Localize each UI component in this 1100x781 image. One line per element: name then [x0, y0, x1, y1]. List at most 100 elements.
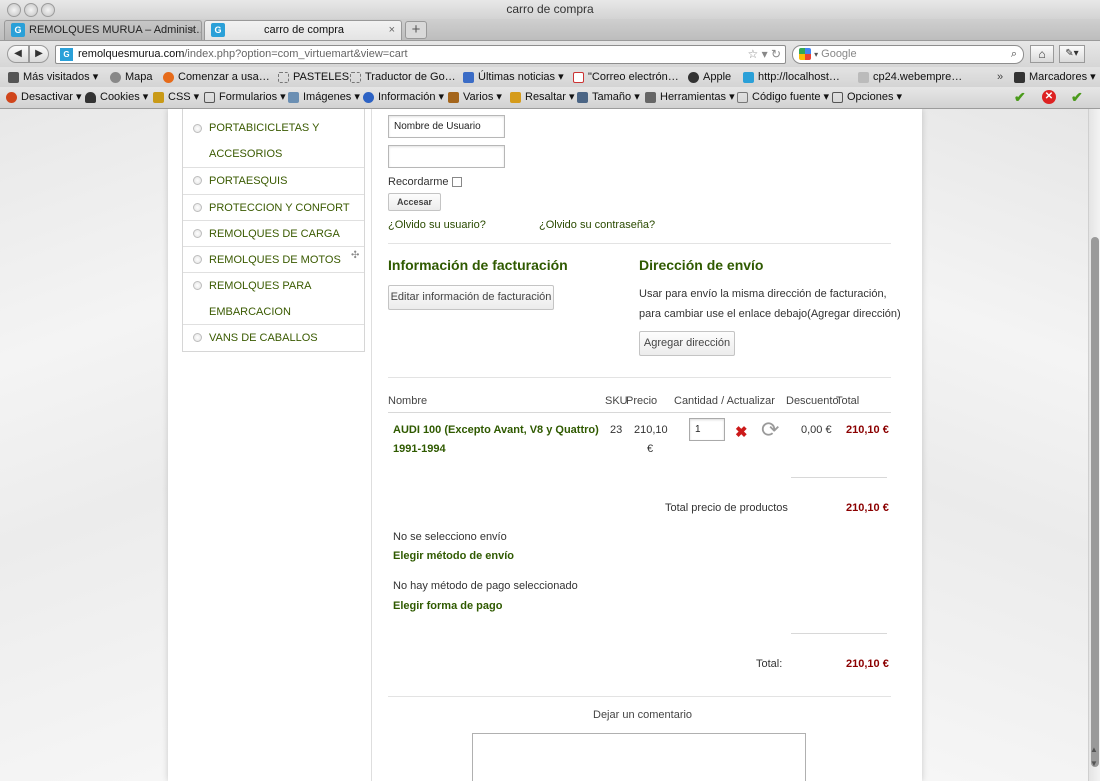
category-item-remolques-motos[interactable]: REMOLQUES DE MOTOS: [183, 247, 364, 273]
category-item-proteccion[interactable]: PROTECCION Y CONFORT: [183, 195, 364, 221]
new-tab-button[interactable]: +: [405, 21, 427, 39]
search-box[interactable]: ▾ Google ⌕: [792, 45, 1024, 64]
bookmark-star-icon[interactable]: ☆: [747, 47, 758, 61]
tab-close-icon[interactable]: ×: [389, 21, 395, 40]
bullet-icon: [193, 281, 202, 290]
add-address-button[interactable]: Agregar dirección: [639, 331, 735, 356]
scroll-down-arrow-icon[interactable]: ▼: [1090, 759, 1098, 768]
product-sku: 23: [610, 424, 623, 436]
update-quantity-icon[interactable]: ⟳: [761, 417, 779, 443]
edit-billing-button[interactable]: Editar información de facturación: [388, 285, 554, 310]
dev-imagenes[interactable]: Imágenes ▾: [288, 87, 360, 108]
web-developer-toolbar: Desactivar ▾ Cookies ▾ CSS ▾ Formularios…: [0, 87, 1100, 109]
search-engine-dropdown-icon[interactable]: ▾: [814, 50, 818, 59]
grand-total-value: 210,10 €: [846, 658, 889, 670]
zoom-window-icon[interactable]: [41, 3, 55, 17]
divider: [791, 633, 887, 634]
bookmark-noticias[interactable]: Últimas noticias ▾: [463, 67, 564, 87]
scrollbar-thumb[interactable]: [1091, 237, 1099, 767]
choose-payment-link[interactable]: Elegir forma de pago: [393, 600, 502, 612]
bookmark-localhost[interactable]: http://localhost…: [743, 67, 840, 87]
search-icon[interactable]: ⌕: [1011, 46, 1017, 63]
login-button[interactable]: Accesar: [388, 193, 441, 211]
bookmark-pasteles[interactable]: PASTELES: [278, 67, 349, 87]
remember-checkbox[interactable]: [452, 177, 462, 187]
extension-menu-button[interactable]: ✎▾: [1059, 45, 1085, 63]
bookmark-traductor[interactable]: Traductor de Go…: [350, 67, 456, 87]
address-bar[interactable]: Gremolquesmurua.com/index.php?option=com…: [55, 45, 786, 64]
form-icon: [204, 91, 215, 103]
forgot-username-link[interactable]: ¿Olvido su usuario?: [388, 219, 486, 231]
scroll-up-arrow-icon[interactable]: ▲: [1090, 745, 1098, 754]
category-label: REMOLQUES DE MOTOS: [209, 254, 341, 266]
dev-varios[interactable]: Varios ▾: [448, 87, 502, 108]
delete-item-icon[interactable]: ✖: [735, 423, 748, 441]
options-icon: [832, 91, 843, 103]
forgot-password-link[interactable]: ¿Olvido su contraseña?: [539, 219, 655, 231]
back-button[interactable]: ◀: [7, 45, 29, 63]
page-icon: [858, 71, 869, 83]
tab-cart[interactable]: Gcarro de compra ×: [204, 20, 402, 40]
bookmark-comenzar[interactable]: Comenzar a usa…: [163, 67, 270, 87]
tab-close-icon[interactable]: ×: [189, 21, 195, 40]
remember-label: Recordarme: [388, 176, 449, 188]
dev-codigo-fuente[interactable]: Código fuente ▾: [737, 87, 829, 108]
bookmarks-folder-icon: [1014, 71, 1025, 83]
window-titlebar: carro de compra: [0, 0, 1100, 19]
dev-opciones[interactable]: Opciones ▾: [832, 87, 902, 108]
category-item-remolques-carga[interactable]: REMOLQUES DE CARGA: [183, 221, 364, 247]
home-button[interactable]: ⌂: [1030, 45, 1054, 63]
dev-cookies[interactable]: Cookies ▾: [85, 87, 148, 108]
dev-desactivar[interactable]: Desactivar ▾: [6, 87, 82, 108]
password-field[interactable]: [388, 145, 505, 168]
bookmark-marcadores[interactable]: Marcadores ▾: [1014, 67, 1096, 87]
product-name-line1[interactable]: AUDI 100 (Excepto Avant, V8 y Quattro): [393, 424, 599, 436]
comment-textarea[interactable]: [472, 733, 806, 781]
bookmark-correo[interactable]: "Correo electrón…: [573, 67, 679, 87]
misc-icon: [448, 91, 459, 103]
bookmark-cp24[interactable]: cp24.webempre…: [858, 67, 962, 87]
page-viewport: PORTABICICLETAS Y ACCESORIOS PORTAESQUIS…: [0, 109, 1088, 781]
error-icon[interactable]: ✕: [1042, 90, 1056, 104]
bookmark-apple[interactable]: Apple: [688, 67, 731, 87]
person-icon: [85, 91, 96, 103]
history-dropdown-icon[interactable]: ▾: [762, 47, 768, 61]
tab-label: carro de compra: [263, 24, 345, 36]
reload-icon[interactable]: ↻: [771, 47, 781, 61]
close-window-icon[interactable]: [7, 3, 21, 17]
table-header-divider: [388, 412, 891, 413]
product-name-line2[interactable]: 1991-1994: [393, 443, 446, 455]
validation-ok-icon[interactable]: ✔: [1071, 90, 1083, 104]
source-icon: [737, 91, 748, 103]
validation-ok-icon[interactable]: ✔: [1014, 90, 1026, 104]
dev-css[interactable]: CSS ▾: [153, 87, 199, 108]
page-icon: [278, 71, 289, 83]
category-item-remolques-embarcacion[interactable]: REMOLQUES PARA EMBARCACION: [183, 273, 364, 325]
quantity-input[interactable]: 1: [689, 418, 725, 441]
choose-shipping-link[interactable]: Elegir método de envío: [393, 550, 514, 562]
bookmarks-overflow-icon[interactable]: »: [997, 67, 1003, 87]
forward-button[interactable]: ▶: [29, 45, 49, 63]
tab-admin[interactable]: G REMOLQUES MURUA – Administ… ×: [4, 20, 202, 40]
col-header-total: Total: [836, 395, 860, 407]
dev-formularios[interactable]: Formularios ▾: [204, 87, 286, 108]
dev-herramientas[interactable]: Herramientas ▾: [645, 87, 735, 108]
category-item-portabicicletas[interactable]: PORTABICICLETAS Y ACCESORIOS: [183, 109, 364, 168]
navigation-toolbar: ◀ ▶ Gremolquesmurua.com/index.php?option…: [0, 41, 1100, 67]
page-background-left: [0, 109, 168, 781]
globe-icon: [110, 71, 121, 83]
category-item-portaesquis[interactable]: PORTAESQUIS: [183, 168, 364, 195]
no-shipping-text: No se selecciono envío: [393, 531, 507, 543]
dev-resaltar[interactable]: Resaltar ▾: [510, 87, 575, 108]
category-item-vans-caballos[interactable]: VANS DE CABALLOS: [183, 325, 364, 350]
username-field[interactable]: Nombre de Usuario: [388, 115, 505, 138]
vertical-scrollbar[interactable]: ▲ ▼: [1088, 109, 1100, 781]
dev-tamano[interactable]: Tamaño ▾: [577, 87, 640, 108]
minimize-window-icon[interactable]: [24, 3, 38, 17]
dev-informacion[interactable]: Información ▾: [363, 87, 444, 108]
bookmark-mapa[interactable]: Mapa: [110, 67, 153, 87]
disable-icon: [6, 91, 17, 103]
category-label: PORTABICICLETAS Y ACCESORIOS: [209, 122, 320, 160]
move-handle-icon[interactable]: ✣: [351, 250, 359, 261]
bookmark-most-visited[interactable]: Más visitados ▾: [8, 67, 98, 87]
